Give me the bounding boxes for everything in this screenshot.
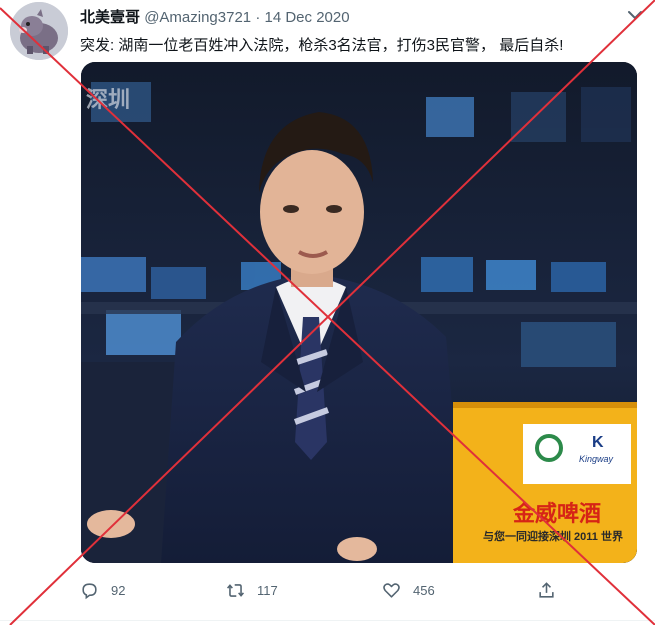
like-count: 456 [413, 582, 435, 598]
channel-watermark: 深圳 [86, 87, 131, 112]
separator-dot: · [255, 9, 261, 26]
retweet-count: 117 [257, 582, 278, 598]
sign-logo-letter: K [592, 434, 604, 451]
like-button[interactable]: 456 [382, 576, 435, 604]
sign-logo-word: Kingway [579, 454, 614, 464]
sign-headline: 金威啤酒 [513, 501, 602, 526]
tweet-header: 北美壹哥 @Amazing3721 · 14 Dec 2020 [80, 6, 350, 27]
user-handle[interactable]: @Amazing3721 [144, 9, 251, 26]
tweet-date[interactable]: 14 Dec 2020 [265, 9, 350, 26]
tweet-text: 突发: 湖南一位老百姓冲入法院，枪杀3名法官，打伤3民官警， 最后自杀! [80, 37, 564, 54]
share-button[interactable] [537, 576, 568, 604]
avatar[interactable] [10, 2, 68, 60]
retweet-icon [226, 581, 245, 600]
like-icon [382, 581, 401, 600]
more-caret-icon[interactable] [624, 4, 646, 26]
tweet-media-video[interactable]: 深圳 K Kingway 金威啤酒 与您一同迎接深圳 2011 世界 [81, 62, 637, 563]
reply-icon [80, 581, 99, 600]
reply-button[interactable]: 92 [80, 576, 125, 604]
retweet-button[interactable]: 117 [226, 576, 278, 604]
display-name[interactable]: 北美壹哥 [80, 9, 140, 26]
share-icon [537, 581, 556, 600]
sign-subline: 与您一同迎接深圳 2011 世界 [483, 531, 623, 543]
divider [0, 620, 655, 621]
reply-count: 92 [111, 582, 126, 598]
